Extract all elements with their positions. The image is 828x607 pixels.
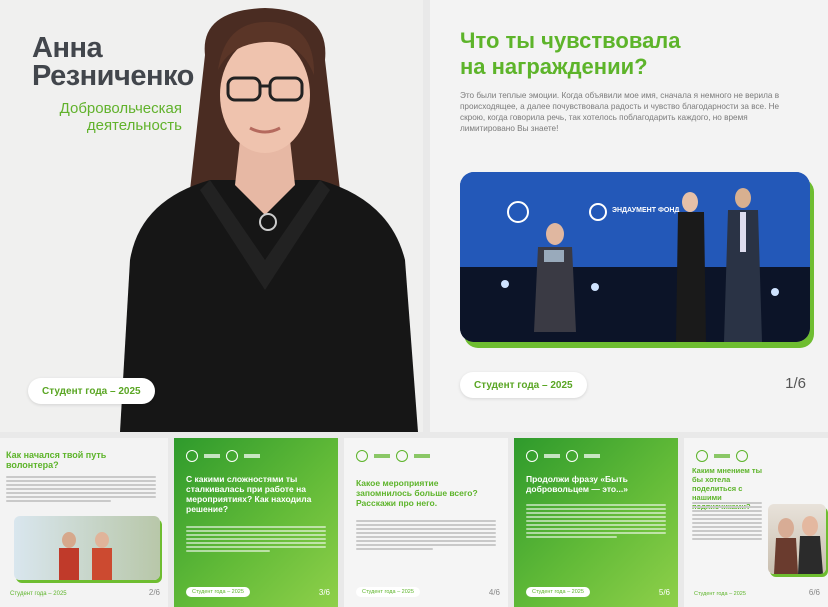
slide-thumb-3[interactable]: С какими сложностями ты сталкивалась при…: [174, 438, 338, 607]
slide-counter: 1/6: [785, 375, 806, 392]
slide-cover[interactable]: Анна Резниченко Добровольческая деятельн…: [0, 0, 423, 432]
thumb-badge: Студент года – 2025: [694, 591, 746, 597]
university-logo-icon: [696, 450, 708, 462]
fund-logo-icon: [396, 450, 408, 462]
thumb-counter: 6/6: [808, 588, 820, 597]
thumb-title: Какое мероприятие запомнилось больше все…: [356, 478, 478, 508]
thumb-counter: 2/6: [148, 588, 160, 597]
answer-text: Это были теплые эмоции. Когда объявили м…: [460, 91, 780, 133]
fund-logo-icon: [736, 450, 748, 462]
thumb-title: Продолжи фразу «Быть добровольцем — это.…: [526, 474, 628, 494]
title-line1: Что ты чувствовала: [460, 28, 681, 53]
fund-logo-icon: [226, 450, 238, 462]
slide-thumb-6[interactable]: Каким мнением ты бы хотела поделиться с …: [684, 438, 828, 607]
thumb-badge: Студент года – 2025: [356, 587, 420, 597]
stage-sign-text: ЭНДАУМЕНТ ФОНД: [612, 207, 679, 214]
student-of-year-badge: Студент года – 2025: [460, 372, 587, 398]
thumb-photo: [14, 516, 160, 580]
slide-title: Что ты чувствовала на награждении?: [460, 28, 681, 80]
partner-logos: [696, 450, 748, 462]
thumb-counter: 3/6: [318, 588, 330, 597]
thumb-badge: Студент года – 2025: [186, 587, 250, 597]
fund-logo-icon: [566, 450, 578, 462]
partner-logos: [186, 450, 260, 462]
thumb-counter: 4/6: [488, 588, 500, 597]
university-logo-icon: [356, 450, 368, 462]
university-logo-icon: [526, 450, 538, 462]
thumb-photo: [768, 504, 826, 574]
partner-logos: [526, 450, 600, 462]
slide-thumb-2[interactable]: Как начался твой путь волонтера? Студент…: [0, 438, 168, 607]
award-ceremony-photo: ЭНДАУМЕНТ ФОНД: [460, 172, 810, 342]
thumb-title: С какими сложностями ты сталкивалась при…: [186, 474, 312, 514]
thumb-badge: Студент года – 2025: [10, 591, 67, 597]
thumb-badge: Студент года – 2025: [526, 587, 590, 597]
slide-thumb-4[interactable]: Какое мероприятие запомнилось больше все…: [344, 438, 508, 607]
thumb-title: Как начался твой путь волонтера?: [6, 450, 107, 470]
student-of-year-badge: Студент года – 2025: [28, 378, 155, 404]
university-logo-icon: [186, 450, 198, 462]
partner-logos: [356, 450, 430, 462]
slide-question-1[interactable]: Что ты чувствовала на награждении? Это б…: [430, 0, 828, 432]
title-line2: на награждении?: [460, 54, 648, 79]
slide-thumb-5[interactable]: Продолжи фразу «Быть добровольцем — это.…: [514, 438, 678, 607]
thumb-counter: 5/6: [658, 588, 670, 597]
portrait-photo: [120, 8, 418, 432]
